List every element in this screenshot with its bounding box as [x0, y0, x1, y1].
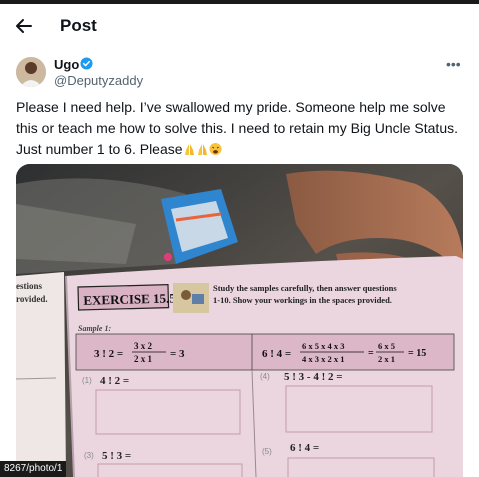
- photo-illustration: estions rovided. EXERCISE 15.5 Study the…: [16, 164, 463, 477]
- sample-b-num: 6 x 5 x 4 x 3: [302, 341, 345, 351]
- folded-hands-emoji: [184, 144, 194, 155]
- question-3-num: (3): [84, 451, 94, 460]
- sample-b-result: = 15: [408, 348, 426, 359]
- question-4-expr: 5 ! 3 - 4 ! 2 =: [284, 371, 343, 383]
- workbook-page: EXERCISE 15.5 Study the samples carefull…: [65, 256, 463, 477]
- more-options-icon[interactable]: •••: [446, 56, 461, 72]
- author-handle[interactable]: @Deputyzaddy: [54, 73, 143, 88]
- sample-label: Sample 1:: [78, 324, 111, 333]
- sample-a-num: 3 x 2: [134, 341, 153, 351]
- weary-face-emoji: [209, 142, 222, 156]
- sample-b-den2: 2 x 1: [378, 354, 395, 364]
- question-5-expr: 6 ! 4 =: [290, 442, 319, 454]
- back-arrow-icon[interactable]: [14, 16, 34, 36]
- author-name[interactable]: Ugo: [54, 57, 79, 72]
- instructions-line2: 1-10. Show your workings in the spaces p…: [213, 295, 392, 305]
- left-page: estions rovided.: [16, 272, 66, 477]
- question-4-num: (4): [260, 372, 270, 381]
- avatar[interactable]: [16, 57, 46, 87]
- left-page-line2: rovided.: [16, 294, 48, 304]
- sample-a-result: = 3: [170, 348, 185, 360]
- folded-hands-emoji: [197, 144, 207, 155]
- tweet-text: Please I need help. I’ve swallowed my pr…: [16, 97, 466, 160]
- sample-a-den: 2 x 1: [134, 354, 153, 364]
- status-url: 8267/photo/1: [0, 461, 67, 477]
- question-5-num: (5): [262, 447, 272, 456]
- tweet-body: Please I need help. I’ve swallowed my pr…: [16, 99, 458, 157]
- question-3-expr: 5 ! 3 =: [102, 450, 131, 462]
- question-1-expr: 4 ! 2 =: [100, 375, 129, 387]
- page-title: Post: [60, 16, 97, 35]
- question-1-num: (1): [82, 376, 92, 385]
- svg-text:=: =: [368, 348, 374, 359]
- sample-b-num2: 6 x 5: [378, 341, 395, 351]
- verified-badge-icon: [80, 57, 93, 70]
- left-page-line1: estions: [16, 281, 43, 291]
- sample-a-lhs: 3 ! 2 =: [94, 348, 123, 360]
- post-header: Post: [0, 4, 479, 50]
- instructions-line1: Study the samples carefully, then answer…: [213, 283, 397, 293]
- sample-b-den: 4 x 3 x 2 x 1: [302, 354, 345, 364]
- post-photo[interactable]: estions rovided. EXERCISE 15.5 Study the…: [16, 164, 463, 477]
- exercise-title: EXERCISE 15.5: [83, 290, 176, 307]
- sample-b-lhs: 6 ! 4 =: [262, 348, 291, 360]
